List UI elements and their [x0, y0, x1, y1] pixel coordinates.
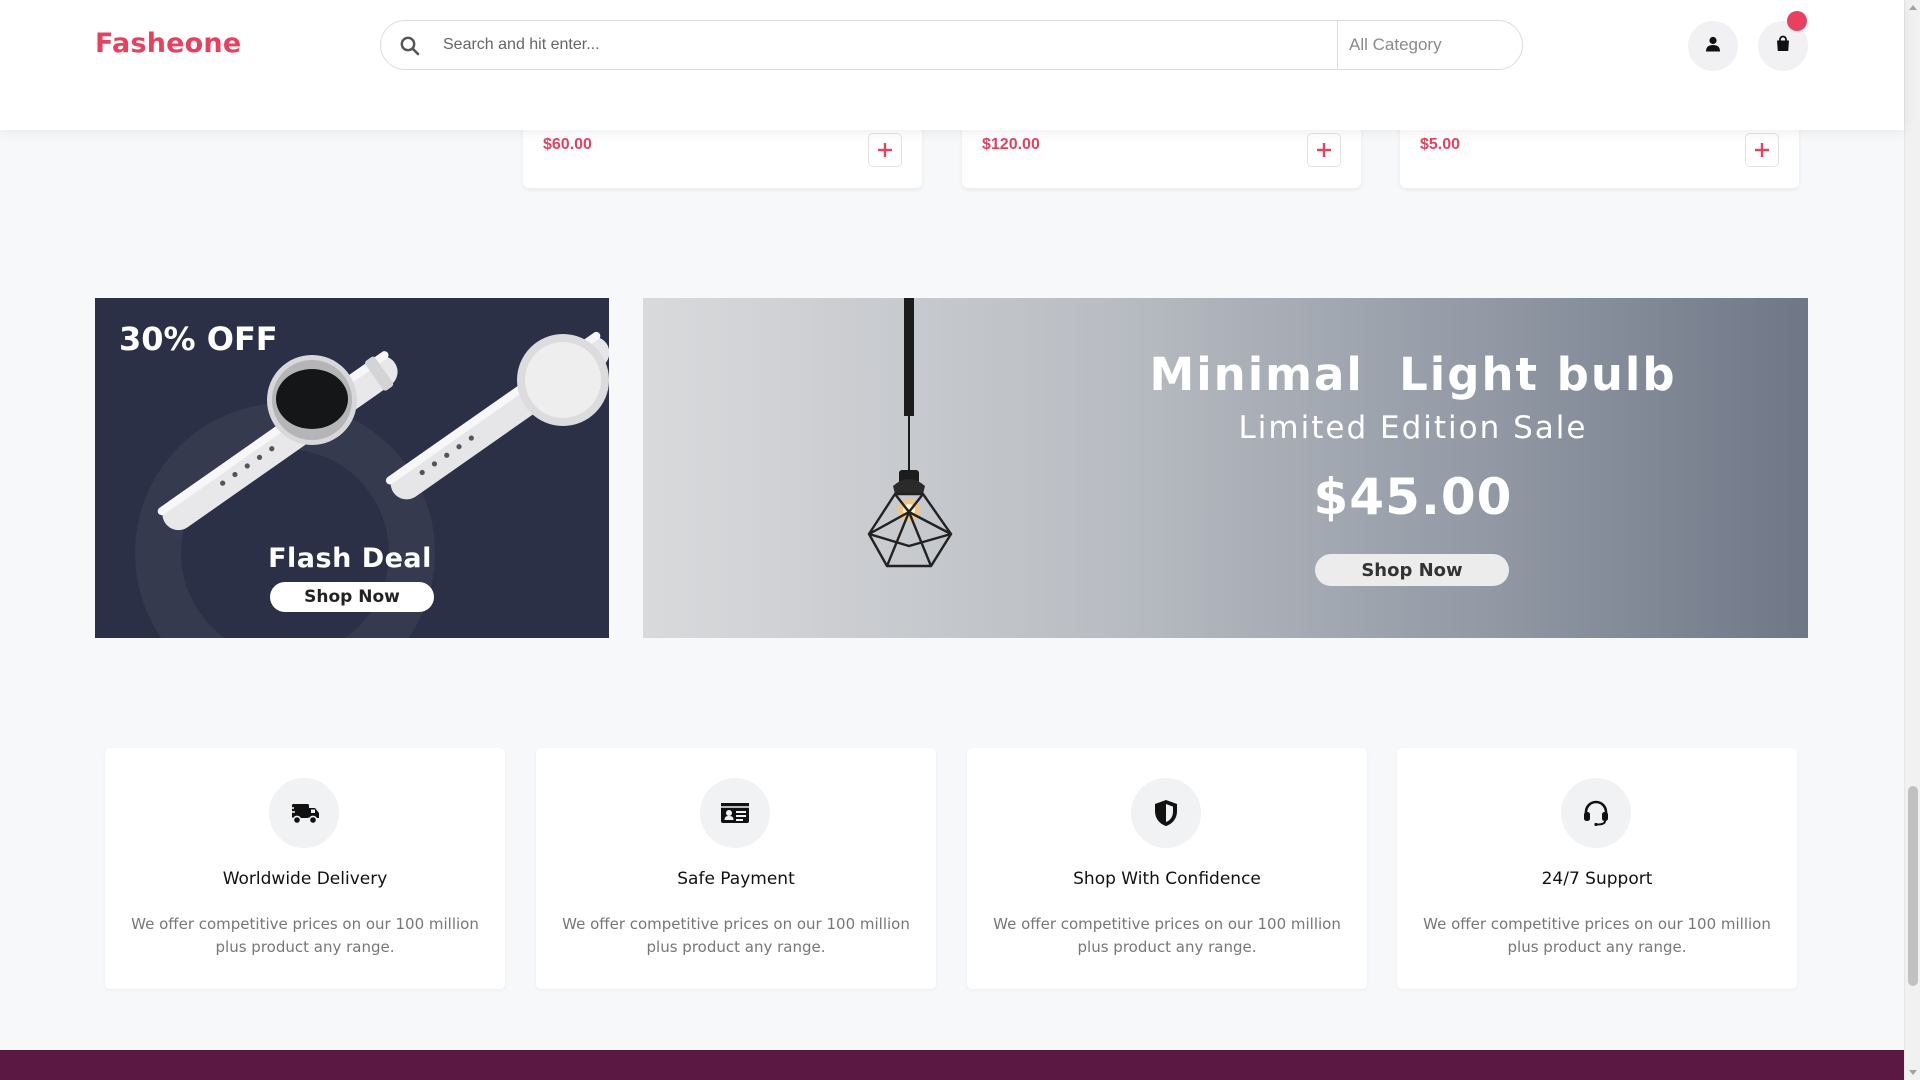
footer: [0, 1050, 1904, 1080]
search-bar: All Category: [380, 20, 1523, 70]
plus-icon: [1317, 143, 1331, 157]
feature-title: Worldwide Delivery: [222, 869, 388, 889]
plus-icon: [878, 143, 892, 157]
feature-support: 24/7 Support We offer competitive prices…: [1397, 748, 1797, 989]
headset-icon: [1561, 778, 1631, 848]
flash-deal-banner[interactable]: 30% OFF Flash Deal Shop Now: [95, 298, 609, 638]
shield-icon: [1131, 778, 1201, 848]
page-scrollbar[interactable]: [1904, 0, 1920, 1080]
bulb-banner-title: Minimal Light bulb: [1149, 348, 1677, 401]
product-price: $120.00: [982, 136, 1040, 153]
feature-shop-with-confidence: Shop With Confidence We offer competitiv…: [967, 748, 1367, 989]
product-price: $5.00: [1420, 136, 1461, 153]
delivery-truck-icon: [269, 778, 339, 848]
cart-count-badge: [1787, 11, 1807, 31]
category-select[interactable]: All Category: [1337, 21, 1522, 69]
pendant-lamp-image: [867, 298, 953, 568]
search-icon[interactable]: [399, 35, 421, 57]
bulb-banner-price: $45.00: [1313, 468, 1513, 526]
flash-shop-now-button[interactable]: Shop Now: [270, 582, 434, 612]
plus-icon: [1755, 143, 1769, 157]
scroll-up-arrow-icon[interactable]: [1909, 5, 1917, 10]
add-to-cart-button[interactable]: [1745, 133, 1779, 167]
scroll-down-arrow-icon[interactable]: [1909, 1070, 1917, 1075]
add-to-cart-button[interactable]: [868, 133, 902, 167]
feature-description: We offer competitive prices on our 100 m…: [993, 915, 1341, 956]
feature-title: Safe Payment: [677, 869, 795, 889]
feature-description: We offer competitive prices on our 100 m…: [1423, 915, 1771, 956]
cart-icon: [1775, 35, 1791, 57]
search-input[interactable]: [443, 21, 1103, 69]
feature-worldwide-delivery: Worldwide Delivery We offer competitive …: [105, 748, 505, 989]
add-to-cart-button[interactable]: [1307, 133, 1341, 167]
site-logo[interactable]: Fasheone: [95, 28, 241, 59]
id-card-icon: [700, 778, 770, 848]
scrollbar-thumb[interactable]: [1908, 786, 1918, 986]
feature-title: 24/7 Support: [1541, 869, 1653, 889]
product-price: $60.00: [543, 136, 592, 153]
flash-deal-title: Flash Deal: [268, 543, 432, 574]
account-button[interactable]: [1688, 21, 1738, 71]
bulb-banner-subtitle: Limited Edition Sale: [1238, 410, 1588, 446]
feature-description: We offer competitive prices on our 100 m…: [562, 915, 910, 956]
site-header: Fasheone All Category: [0, 0, 1904, 130]
user-icon: [1705, 36, 1721, 57]
light-bulb-banner[interactable]: Minimal Light bulb Limited Edition Sale …: [643, 298, 1808, 638]
discount-label: 30% OFF: [119, 320, 278, 358]
bulb-shop-now-button[interactable]: Shop Now: [1315, 554, 1509, 586]
feature-description: We offer competitive prices on our 100 m…: [131, 915, 479, 956]
feature-title: Shop With Confidence: [1073, 869, 1261, 889]
feature-safe-payment: Safe Payment We offer competitive prices…: [536, 748, 936, 989]
